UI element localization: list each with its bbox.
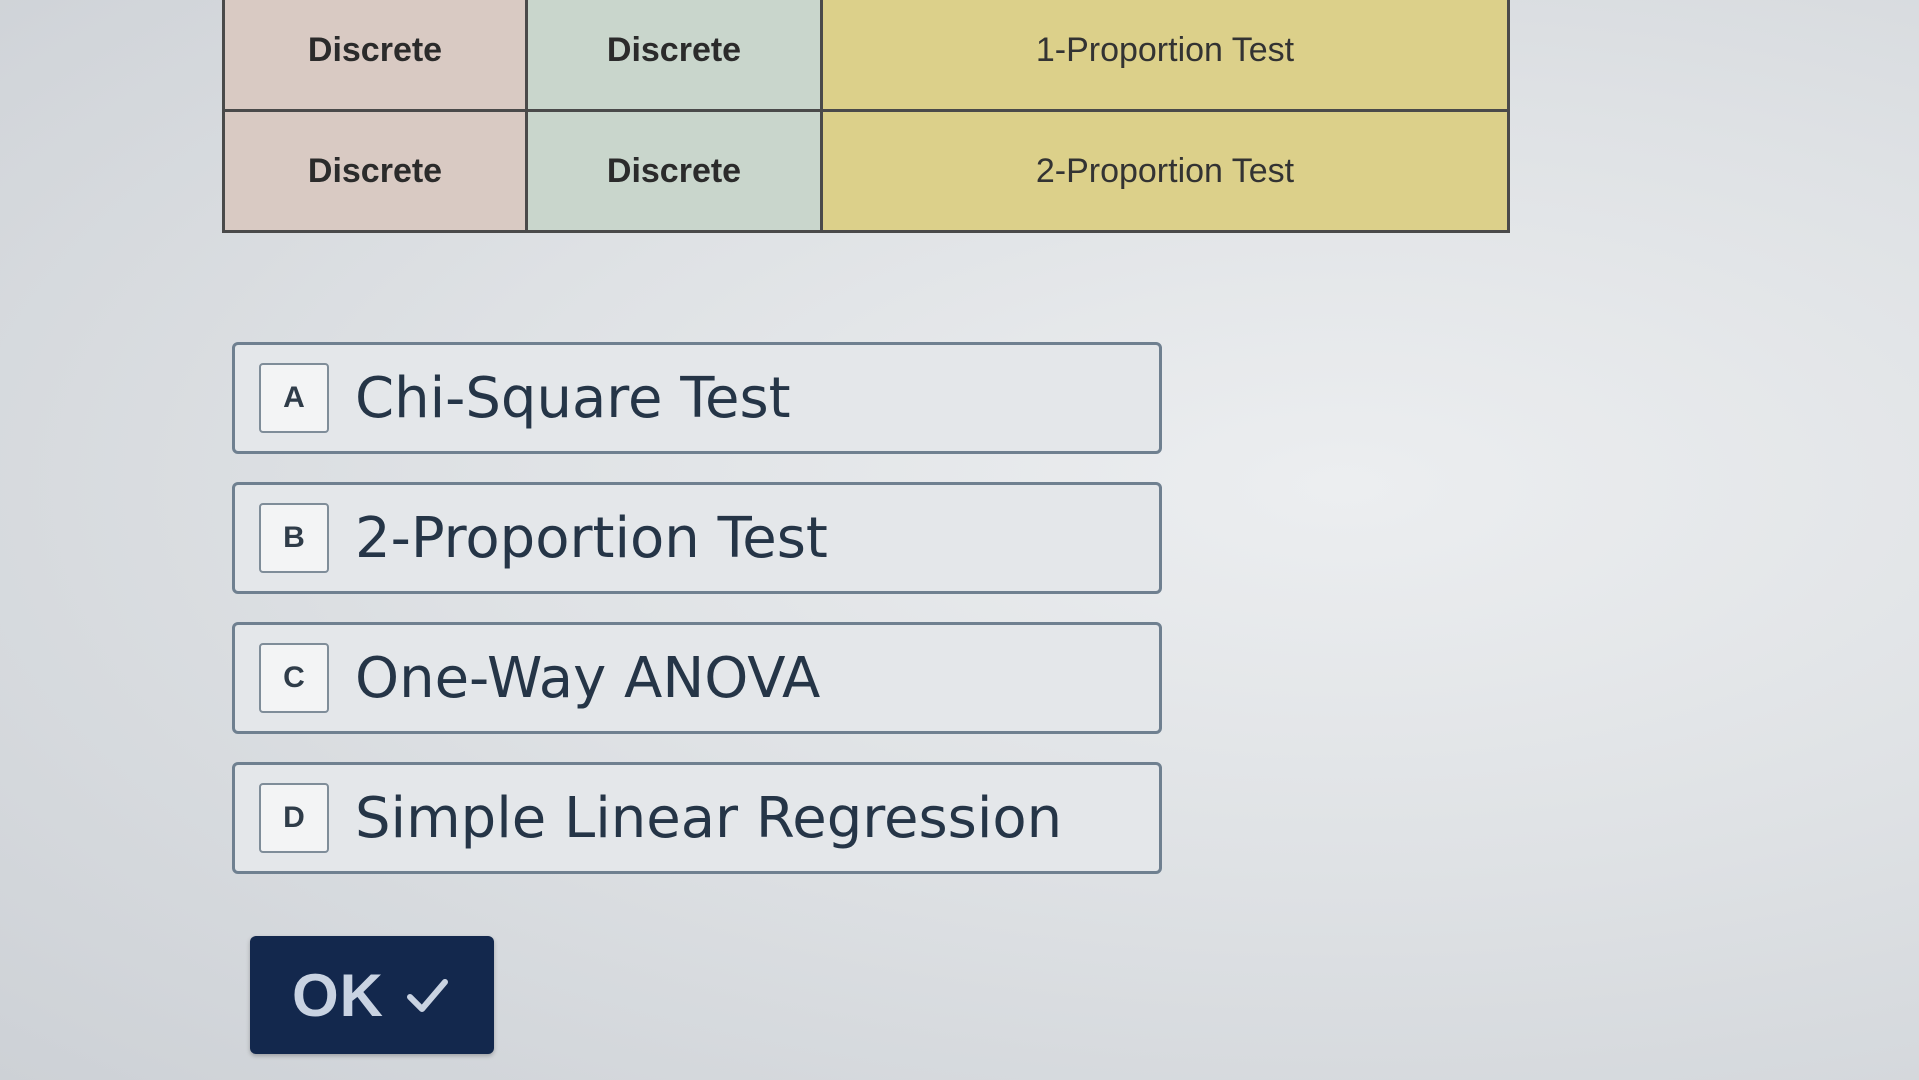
option-label: Simple Linear Regression xyxy=(355,785,1063,851)
option-label: One-Way ANOVA xyxy=(355,645,821,711)
ok-button-label: OK xyxy=(292,961,384,1029)
option-key: C xyxy=(259,643,329,713)
answer-options: A Chi-Square Test B 2-Proportion Test C … xyxy=(232,342,1162,902)
option-label: 2-Proportion Test xyxy=(355,505,828,571)
reference-table: Discrete Discrete 1-Proportion Test Disc… xyxy=(222,0,1510,233)
option-d-button[interactable]: D Simple Linear Regression xyxy=(232,762,1162,874)
option-key: B xyxy=(259,503,329,573)
option-b-button[interactable]: B 2-Proportion Test xyxy=(232,482,1162,594)
table-cell-output-type: Discrete xyxy=(525,109,823,233)
table-cell-test: 2-Proportion Test xyxy=(820,109,1510,233)
option-key: A xyxy=(259,363,329,433)
table-cell-output-type: Discrete xyxy=(525,0,823,112)
table-cell-input-type: Discrete xyxy=(222,109,528,233)
table-row: Discrete Discrete 1-Proportion Test xyxy=(222,0,1510,112)
table-cell-test: 1-Proportion Test xyxy=(820,0,1510,112)
table-row: Discrete Discrete 2-Proportion Test xyxy=(222,109,1510,233)
ok-button[interactable]: OK xyxy=(250,936,494,1054)
option-a-button[interactable]: A Chi-Square Test xyxy=(232,342,1162,454)
table-cell-input-type: Discrete xyxy=(222,0,528,112)
option-label: Chi-Square Test xyxy=(355,365,791,431)
question-screen: Discrete Discrete 1-Proportion Test Disc… xyxy=(0,0,1919,1080)
check-icon xyxy=(402,970,452,1020)
option-c-button[interactable]: C One-Way ANOVA xyxy=(232,622,1162,734)
option-key: D xyxy=(259,783,329,853)
